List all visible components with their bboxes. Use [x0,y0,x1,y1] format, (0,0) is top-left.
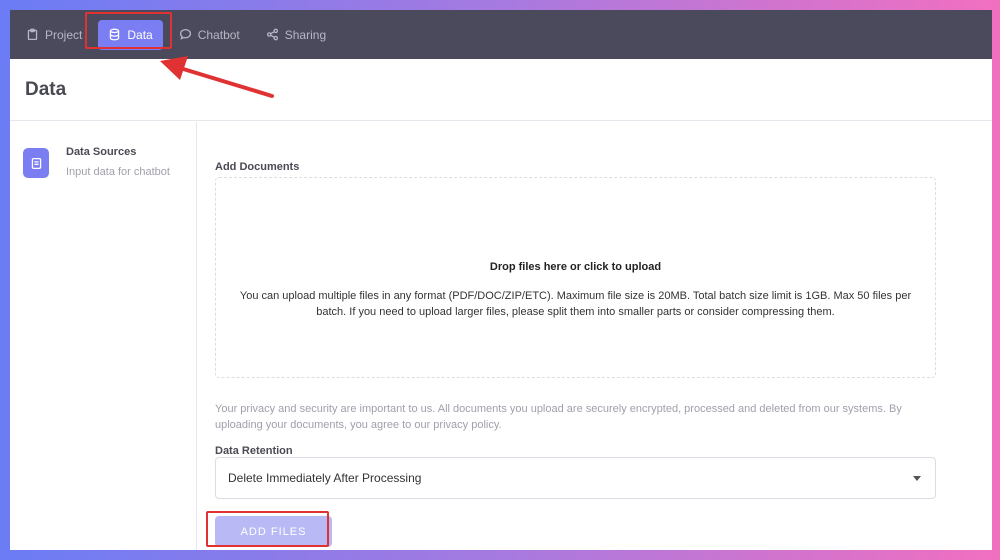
nav-tab-sharing[interactable]: Sharing [256,20,336,50]
annotation-arrow-icon [160,56,274,98]
document-list-icon [31,157,41,169]
add-documents-label: Add Documents [215,161,300,173]
clipboard-icon [27,28,38,41]
nav-tab-label: Project [45,27,83,42]
nav-tab-project[interactable]: Project [16,20,92,50]
chevron-down-icon [913,476,921,481]
privacy-notice: Your privacy and security are important … [215,403,902,431]
data-retention-label: Data Retention [215,445,293,457]
data-source-icon-badge [23,148,49,178]
data-retention-select[interactable]: Delete Immediately After Processing [215,457,936,499]
sidebar: Data Sources Input data for chatbot [10,122,197,550]
highlight-box-data-tab [85,12,172,49]
dropzone-title: Drop files here or click to upload [489,261,662,273]
sidebar-item-subtitle: Input data for chatbot [66,166,170,178]
nav-tab-label: Chatbot [197,27,240,42]
chat-icon [179,28,191,40]
highlight-box-add-files [206,511,329,547]
data-retention-value: Delete Immediately After Processing [228,471,422,485]
file-dropzone[interactable]: Drop files here or click to upload You c… [215,177,936,378]
share-icon [266,28,278,41]
sidebar-item-title: Data Sources [66,146,137,158]
nav-tab-chatbot[interactable]: Chatbot [169,20,250,50]
nav-tab-label: Sharing [284,27,327,42]
dropzone-description: You can upload multiple files in any for… [239,290,912,318]
page-title: Data [25,79,67,100]
